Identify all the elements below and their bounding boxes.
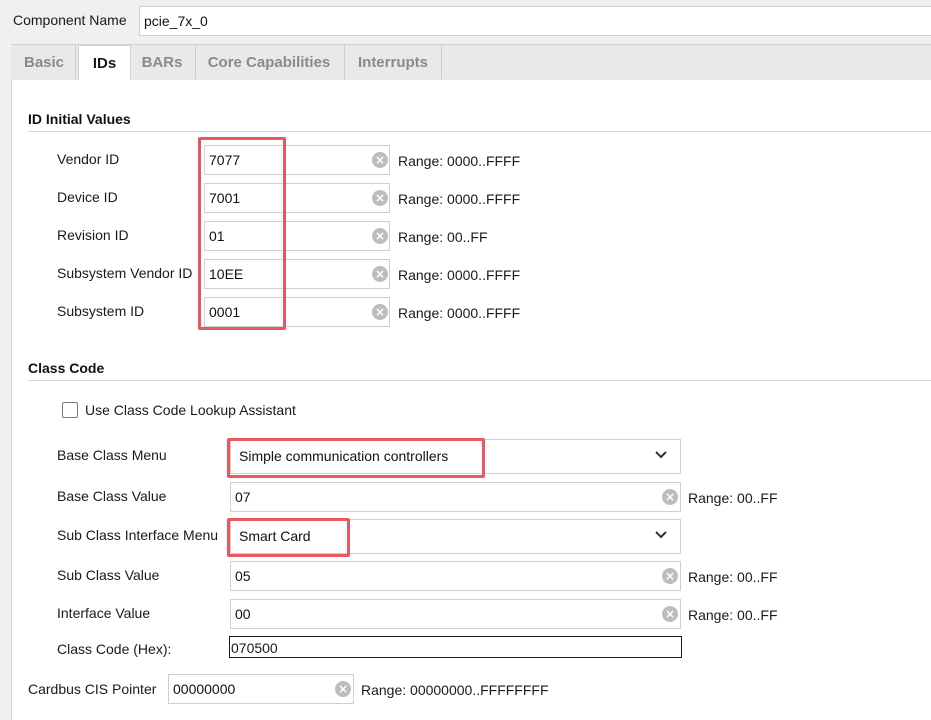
sub-class-interface-menu-select[interactable]: Smart Card — [230, 519, 681, 554]
sub-class-value-input[interactable]: 05 × — [230, 561, 681, 591]
revision-id-label: Revision ID — [57, 227, 129, 243]
cardbus-cis-pointer-input[interactable]: 00000000 × — [168, 674, 354, 704]
vendor-id-value: 7077 — [209, 152, 241, 168]
base-class-value-label: Base Class Value — [57, 488, 167, 504]
interface-value-range: Range: 00..FF — [688, 607, 778, 623]
chevron-down-icon[interactable] — [654, 528, 668, 542]
class-lookup-checkbox[interactable] — [62, 402, 78, 418]
id-section-title: ID Initial Values — [28, 111, 131, 127]
clear-icon[interactable]: × — [335, 681, 351, 697]
sub-class-value-value: 05 — [235, 568, 251, 584]
component-name-value: pcie_7x_0 — [144, 13, 208, 29]
base-class-menu-value: Simple communication controllers — [239, 448, 449, 464]
sub-class-value-label: Sub Class Value — [57, 567, 160, 583]
chevron-down-icon[interactable] — [654, 448, 668, 462]
device-id-range: Range: 0000..FFFF — [398, 191, 521, 207]
vendor-id-input[interactable]: 7077 × — [204, 145, 390, 175]
sub-class-interface-menu-label: Sub Class Interface Menu — [57, 527, 219, 543]
subsystem-id-range: Range: 0000..FFFF — [398, 305, 521, 321]
sub-class-value-range: Range: 00..FF — [688, 569, 778, 585]
subsystem-vendor-id-label: Subsystem Vendor ID — [57, 265, 193, 281]
clear-icon[interactable]: × — [372, 228, 388, 244]
clear-icon[interactable]: × — [372, 304, 388, 320]
clear-icon[interactable]: × — [372, 190, 388, 206]
device-id-input[interactable]: 7001 × — [204, 183, 390, 213]
interface-value-input[interactable]: 00 × — [230, 599, 681, 629]
clear-icon[interactable]: × — [372, 152, 388, 168]
tab-bars[interactable]: BARs — [131, 45, 193, 80]
component-name-input[interactable]: pcie_7x_0 — [139, 6, 931, 36]
subsystem-vendor-id-range: Range: 0000..FFFF — [398, 267, 521, 283]
tab-separator — [441, 45, 442, 79]
base-class-menu-label: Base Class Menu — [57, 447, 167, 463]
subsystem-vendor-id-input[interactable]: 10EE × — [204, 259, 390, 289]
clear-icon[interactable]: × — [662, 568, 678, 584]
revision-id-range: Range: 00..FF — [398, 229, 488, 245]
tab-core-capabilities[interactable]: Core Capabilities — [196, 45, 342, 80]
subsystem-id-input[interactable]: 0001 × — [204, 297, 390, 327]
base-class-value-range: Range: 00..FF — [688, 490, 778, 506]
interface-value-label: Interface Value — [57, 605, 151, 621]
sub-class-interface-menu-value: Smart Card — [239, 528, 311, 544]
clear-icon[interactable]: × — [372, 266, 388, 282]
base-class-value-input[interactable]: 07 × — [230, 482, 681, 512]
base-class-value-value: 07 — [235, 489, 251, 505]
class-code-hex-field: 070500 — [229, 636, 682, 658]
class-code-hex-value: 070500 — [231, 640, 278, 656]
subsystem-id-value: 0001 — [209, 304, 241, 320]
interface-value-value: 00 — [235, 606, 251, 622]
cardbus-cis-pointer-value: 00000000 — [173, 681, 236, 697]
subsystem-vendor-id-value: 10EE — [209, 266, 244, 282]
class-section-title: Class Code — [28, 360, 105, 376]
cardbus-cis-pointer-label: Cardbus CIS Pointer — [28, 681, 157, 697]
vendor-id-range: Range: 0000..FFFF — [398, 153, 521, 169]
cardbus-cis-pointer-range: Range: 00000000..FFFFFFFF — [361, 682, 549, 698]
vendor-id-label: Vendor ID — [57, 151, 120, 167]
revision-id-input[interactable]: 01 × — [204, 221, 390, 251]
subsystem-id-label: Subsystem ID — [57, 303, 145, 319]
clear-icon[interactable]: × — [662, 489, 678, 505]
section-divider — [28, 131, 931, 132]
tab-ids[interactable]: IDs — [78, 45, 131, 80]
class-code-hex-label: Class Code (Hex): — [57, 641, 172, 657]
component-name-label: Component Name — [13, 12, 127, 28]
base-class-menu-select[interactable]: Simple communication controllers — [230, 439, 681, 474]
section-divider — [28, 380, 931, 381]
device-id-label: Device ID — [57, 189, 118, 205]
tab-interrupts[interactable]: Interrupts — [345, 45, 441, 80]
clear-icon[interactable]: × — [662, 606, 678, 622]
device-id-value: 7001 — [209, 190, 241, 206]
class-lookup-checkbox-label: Use Class Code Lookup Assistant — [85, 402, 296, 418]
revision-id-value: 01 — [209, 228, 225, 244]
tab-separator — [75, 45, 76, 79]
tab-basic[interactable]: Basic — [13, 45, 75, 80]
